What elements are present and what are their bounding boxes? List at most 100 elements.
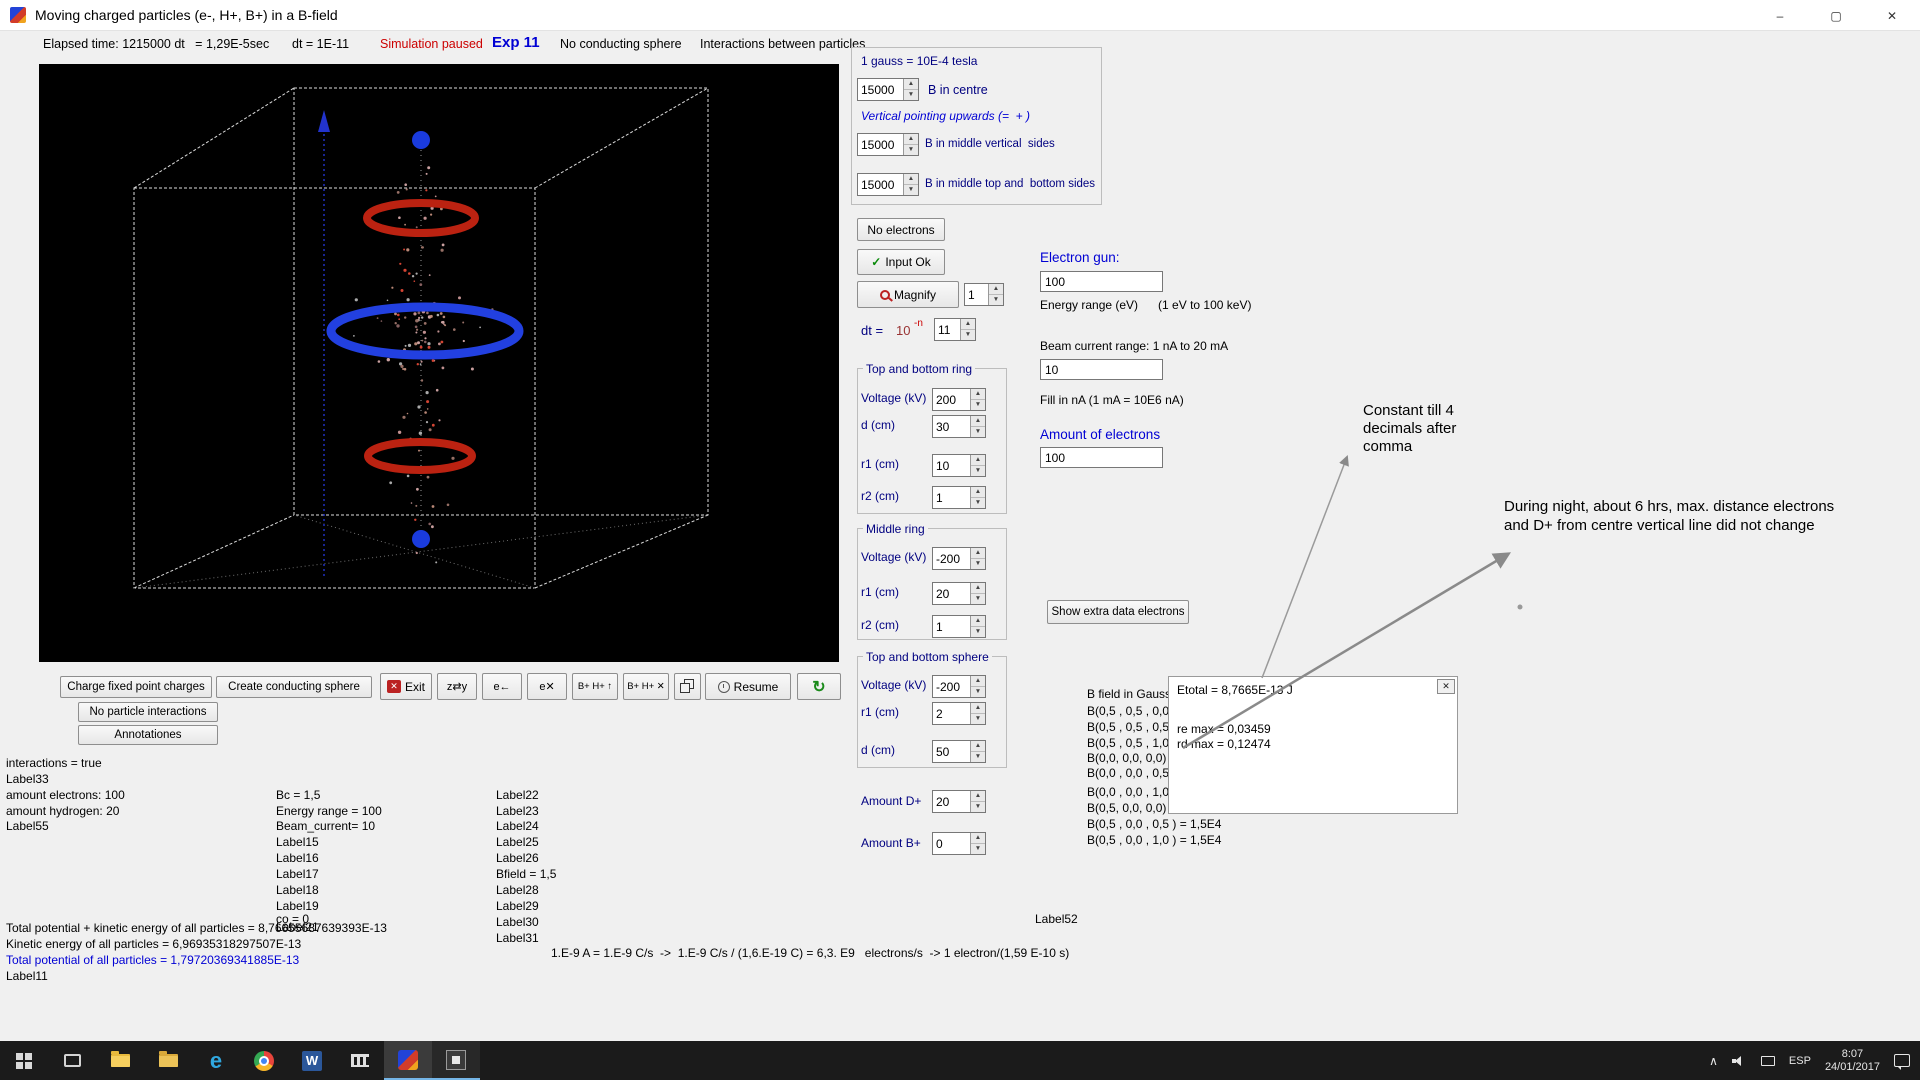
- ring-top-r2-spinner[interactable]: 1 ▲ ▼: [932, 486, 986, 509]
- spin-down-icon[interactable]: ▼: [971, 594, 985, 604]
- magnify-spinner[interactable]: 1 ▲ ▼: [964, 283, 1004, 306]
- spin-up-icon[interactable]: ▲: [971, 583, 985, 594]
- cube-view-button[interactable]: [674, 673, 701, 700]
- spin-down-icon[interactable]: ▼: [971, 400, 985, 410]
- taskbar-clock[interactable]: 8:07 24/01/2017: [1825, 1048, 1880, 1074]
- spin-down-icon[interactable]: ▼: [971, 714, 985, 724]
- spin-up-icon[interactable]: ▲: [971, 548, 985, 559]
- file-explorer-button[interactable]: [96, 1041, 144, 1080]
- task-view-button[interactable]: [48, 1041, 96, 1080]
- beam-current-input[interactable]: 10: [1040, 359, 1163, 380]
- language-indicator[interactable]: ESP: [1789, 1055, 1811, 1067]
- remove-ions-button[interactable]: B+ H+ ✕: [623, 673, 669, 700]
- resume-button[interactable]: Resume: [705, 673, 791, 700]
- spin-up-icon[interactable]: ▲: [904, 134, 918, 145]
- spin-down-icon[interactable]: ▼: [904, 145, 918, 155]
- spin-up-icon[interactable]: ▲: [971, 833, 985, 844]
- create-conducting-sphere-button[interactable]: Create conducting sphere: [216, 676, 372, 698]
- minimize-button[interactable]: –: [1752, 0, 1808, 31]
- network-icon[interactable]: [1760, 1055, 1775, 1066]
- stray-dot: [1517, 604, 1523, 610]
- close-button[interactable]: ✕: [1864, 0, 1920, 31]
- pinned-folder-button[interactable]: [144, 1041, 192, 1080]
- spin-up-icon[interactable]: ▲: [989, 284, 1003, 295]
- amount-electrons-input[interactable]: 100: [1040, 447, 1163, 468]
- popup-close-button[interactable]: ✕: [1437, 679, 1455, 694]
- amount-b-label: Amount B+: [861, 836, 921, 850]
- spin-up-icon[interactable]: ▲: [904, 79, 918, 90]
- input-ok-button[interactable]: ✓ Input Ok: [857, 249, 945, 275]
- dt-exponent-spinner[interactable]: 11 ▲ ▼: [934, 318, 976, 341]
- spin-down-icon[interactable]: ▼: [971, 752, 985, 762]
- spin-up-icon[interactable]: ▲: [961, 319, 975, 330]
- spin-up-icon[interactable]: ▲: [971, 487, 985, 498]
- middle-ring-voltage-spinner[interactable]: -200 ▲ ▼: [932, 547, 986, 570]
- simulation-app-button[interactable]: [384, 1041, 432, 1080]
- spin-down-icon[interactable]: ▼: [971, 844, 985, 854]
- spin-up-icon[interactable]: ▲: [971, 703, 985, 714]
- secondary-app-icon: [446, 1049, 466, 1070]
- spin-down-icon[interactable]: ▼: [971, 559, 985, 569]
- spin-up-icon[interactable]: ▲: [904, 174, 918, 185]
- spin-down-icon[interactable]: ▼: [971, 498, 985, 508]
- add-ions-button[interactable]: B+ H+ ↑: [572, 673, 618, 700]
- b-centre-spinner[interactable]: 15000 ▲ ▼: [857, 78, 919, 101]
- middle-ring-r1-spinner[interactable]: 20 ▲ ▼: [932, 582, 986, 605]
- edge-button[interactable]: e: [192, 1041, 240, 1080]
- spin-down-icon[interactable]: ▼: [971, 466, 985, 476]
- spin-up-icon[interactable]: ▲: [971, 676, 985, 687]
- action-center-icon[interactable]: [1894, 1054, 1910, 1070]
- secondary-app-button[interactable]: [432, 1041, 480, 1080]
- no-particle-interactions-button[interactable]: No particle interactions: [78, 702, 218, 722]
- amount-d-spinner[interactable]: 20 ▲ ▼: [932, 790, 986, 813]
- volume-icon[interactable]: [1731, 1055, 1747, 1067]
- taskbar: e W ∧ ESP 8:07 24/01/2017: [0, 1041, 1920, 1080]
- no-electrons-button[interactable]: No electrons: [857, 218, 945, 241]
- spin-down-icon[interactable]: ▼: [971, 687, 985, 697]
- annotation-night: During night, about 6 hrs, max. distance…: [1504, 498, 1835, 534]
- ring-top-d-spinner[interactable]: 30 ▲ ▼: [932, 415, 986, 438]
- b-topbottom-spinner[interactable]: 15000 ▲ ▼: [857, 173, 919, 196]
- spin-up-icon[interactable]: ▲: [971, 389, 985, 400]
- magnify-button[interactable]: Magnify: [857, 281, 959, 308]
- spin-down-icon[interactable]: ▼: [904, 185, 918, 195]
- sphere-voltage-spinner[interactable]: -200 ▲ ▼: [932, 675, 986, 698]
- spin-down-icon[interactable]: ▼: [989, 295, 1003, 305]
- word-button[interactable]: W: [288, 1041, 336, 1080]
- charge-fixed-point-charges-button[interactable]: Charge fixed point charges: [60, 676, 212, 698]
- ring-top-voltage-spinner[interactable]: 200 ▲ ▼: [932, 388, 986, 411]
- show-extra-data-button[interactable]: Show extra data electrons: [1047, 600, 1189, 624]
- r2-label: r2 (cm): [861, 618, 899, 632]
- spin-up-icon[interactable]: ▲: [971, 616, 985, 627]
- refresh-button[interactable]: ↻: [797, 673, 841, 700]
- b-sides-spinner[interactable]: 15000 ▲ ▼: [857, 133, 919, 156]
- spin-down-icon[interactable]: ▼: [971, 627, 985, 637]
- swap-axes-button[interactable]: z⇄y: [437, 673, 477, 700]
- sphere-r1-spinner[interactable]: 2 ▲ ▼: [932, 702, 986, 725]
- bank-app-button[interactable]: [336, 1041, 384, 1080]
- spin-up-icon[interactable]: ▲: [971, 416, 985, 427]
- spin-up-icon[interactable]: ▲: [971, 741, 985, 752]
- chrome-button[interactable]: [240, 1041, 288, 1080]
- sphere-d-spinner[interactable]: 50 ▲ ▼: [932, 740, 986, 763]
- exit-button[interactable]: ✕ Exit: [380, 673, 432, 700]
- spin-up-icon[interactable]: ▲: [971, 455, 985, 466]
- remove-electron-button[interactable]: e✕: [527, 673, 567, 700]
- bfield-line: B(0,0 , 0,0 , 0,5 ): [1087, 766, 1177, 780]
- spin-up-icon[interactable]: ▲: [971, 791, 985, 802]
- energy-input[interactable]: 100: [1040, 271, 1163, 292]
- spin-down-icon[interactable]: ▼: [971, 802, 985, 812]
- spin-down-icon[interactable]: ▼: [904, 90, 918, 100]
- add-electron-button[interactable]: e←: [482, 673, 522, 700]
- tray-chevron-icon[interactable]: ∧: [1709, 1054, 1718, 1068]
- maximize-button[interactable]: ▢: [1808, 0, 1864, 31]
- middle-ring-r2-spinner[interactable]: 1 ▲ ▼: [932, 615, 986, 638]
- spin-down-icon[interactable]: ▼: [961, 330, 975, 340]
- annotationes-button[interactable]: Annotationes: [78, 725, 218, 745]
- spin-down-icon[interactable]: ▼: [971, 427, 985, 437]
- potential-energy-label: Total potential of all particles = 1,797…: [6, 953, 300, 967]
- bfield-line: B(0,5, 0,0, 0,0) =: [1087, 801, 1177, 815]
- amount-b-spinner[interactable]: 0 ▲ ▼: [932, 832, 986, 855]
- ring-top-r1-spinner[interactable]: 10 ▲ ▼: [932, 454, 986, 477]
- start-button[interactable]: [0, 1041, 48, 1080]
